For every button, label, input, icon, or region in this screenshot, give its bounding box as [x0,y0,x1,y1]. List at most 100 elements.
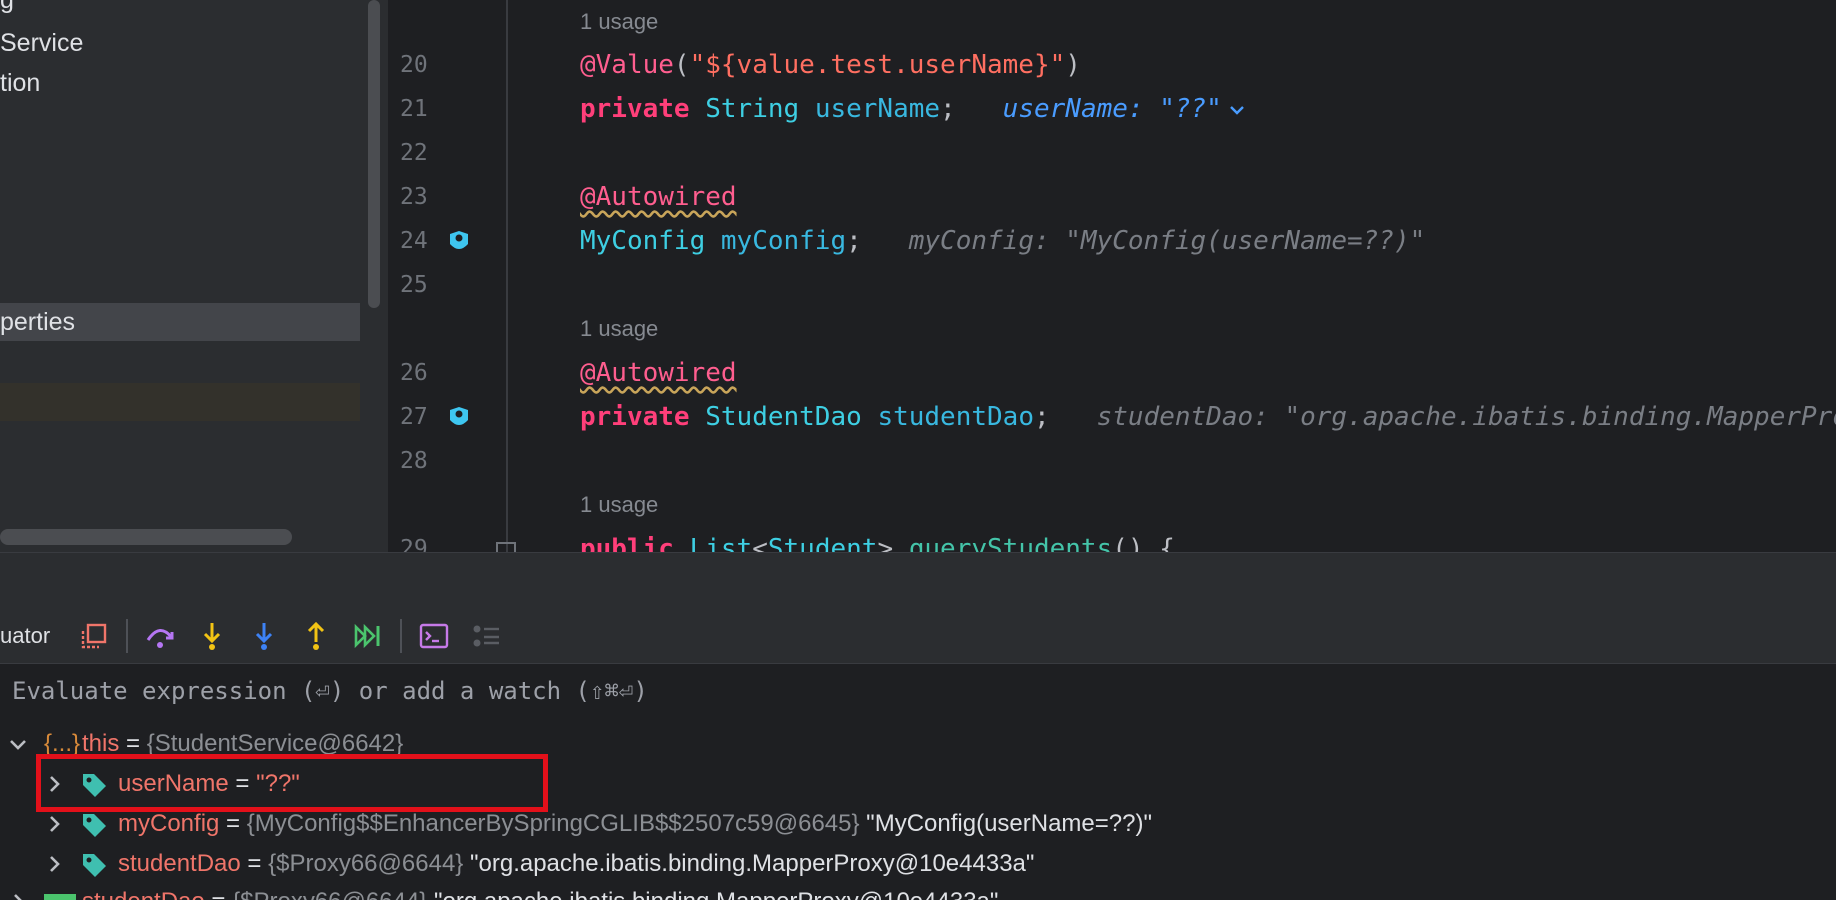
keyword: public [580,534,674,552]
chevron-right-icon[interactable] [8,892,28,900]
run-to-cursor-icon [354,623,380,649]
keyword: private [580,94,690,124]
string-literal: "${value.test.userName}" [689,50,1066,80]
run-to-cursor-button[interactable] [352,620,384,652]
line-number: 26 [400,360,428,386]
step-out-icon [307,621,325,650]
tree-item-service[interactable]: Service [0,24,83,62]
code-line-23[interactable]: @Autowired [580,175,737,219]
local-variable-icon [44,894,76,900]
tree-item-label: perties [0,308,76,336]
sidebar-horizontal-scrollbar[interactable] [0,529,292,545]
punctuation: < [752,534,768,552]
inline-value-hint: studentDao: "org.apache.ibatis.binding.M… [1096,402,1836,432]
frames-icon [81,623,107,649]
code-line-29[interactable]: public List<Student> queryStudents() { [580,527,1175,552]
tree-item[interactable]: g [0,0,14,19]
chevron-right-icon[interactable] [44,814,64,834]
tree-item-tion[interactable]: tion [0,64,40,102]
project-sidebar: g Service tion perties [0,0,388,552]
annotation: @Autowired [580,358,737,388]
usage-hint[interactable]: 1 usage [580,2,658,42]
inline-value-hint-label: userName: [1002,94,1160,124]
code-line-24[interactable]: MyConfig myConfig; myConfig: "MyConfig(u… [580,219,1425,263]
evaluator-tab-label[interactable]: uator [0,609,50,663]
variable-value: "org.apache.ibatis.binding.MapperProxy@1… [427,888,998,900]
fold-icon[interactable] [496,542,516,552]
sidebar-vertical-scrollbar[interactable] [368,0,380,308]
code-line-21[interactable]: private String userName; userName: "??" [580,87,1246,131]
tree-item-label: Service [0,29,84,57]
bean-injection-icon[interactable] [446,228,472,254]
code-line-26[interactable]: @Autowired [580,351,737,395]
line-number: 25 [400,272,428,298]
step-out-button[interactable] [300,620,332,652]
keyword: private [580,402,690,432]
punctuation: () { [1112,534,1175,552]
line-number: 28 [400,448,428,474]
annotation: @Autowired [580,182,737,212]
list-settings-icon [473,625,499,647]
type-name: List [689,534,753,552]
evaluate-expression-button[interactable] [418,620,450,652]
punctuation: ) [1065,50,1081,80]
type-name: String [705,94,800,124]
variable-equals: = [119,730,147,757]
terminal-icon [419,623,449,649]
code-line-27[interactable]: private StudentDao studentDao; studentDa… [580,395,1836,439]
usage-hint[interactable]: 1 usage [580,309,658,349]
tree-item-properties[interactable]: perties [0,303,360,341]
step-over-button[interactable] [144,620,176,652]
step-into-button[interactable] [196,620,228,652]
evaluate-placeholder: Evaluate expression (⏎) or add a watch (… [12,677,648,705]
punctuation: ; [940,94,956,124]
variable-type: {MyConfig$$EnhancerBySpringCGLIB$$2507c5… [246,810,860,837]
variable-equals: = [240,850,269,877]
variable-entry: studentDao = {$Proxy66@6644} "org.apache… [82,882,998,900]
line-number: 22 [400,140,428,166]
punctuation: ( [673,50,690,80]
tree-item-label: tion [0,69,41,97]
variable-type: {$Proxy66@6644} [268,850,464,877]
inline-value-hint: "??" [1159,94,1222,124]
punctuation: > [877,534,894,552]
line-number: 29 [400,536,428,552]
field-tag-icon [83,814,106,837]
variable-equals: = [219,810,247,837]
field-tag-icon [83,854,106,877]
variable-name: this [82,730,120,757]
step-into-icon [203,623,221,650]
type-name: Student [767,534,878,552]
variable-name: studentDao [118,850,241,877]
code-editor[interactable]: 1 usage 20 @Value("${value.test.userName… [388,0,1836,552]
field-name: studentDao [877,402,1034,432]
threads-view-button[interactable] [470,620,502,652]
toolbar-separator [400,619,402,653]
line-number: 20 [400,52,428,78]
field-name: myConfig [720,226,847,256]
line-number: 23 [400,184,428,210]
variable-equals: = [205,888,232,900]
variable-type: {StudentService@6642} [146,730,404,757]
force-step-into-button[interactable] [248,620,280,652]
code-line-20[interactable]: @Value("${value.test.userName}") [580,43,1081,87]
restore-frames-button[interactable] [78,620,110,652]
step-over-icon [146,629,174,648]
inline-value-hint: myConfig: "MyConfig(userName=??)" [908,226,1426,256]
punctuation: ; [1033,402,1050,432]
toolbar-separator [126,619,128,653]
chevron-right-icon[interactable] [44,854,64,874]
usage-hint[interactable]: 1 usage [580,485,658,525]
chevron-down-icon[interactable] [1228,101,1246,119]
debug-panel-header [0,552,1836,610]
tree-item-hovered[interactable] [0,383,360,421]
variable-type: {$Proxy66@6644} [232,888,427,900]
chevron-down-icon[interactable] [8,734,28,754]
bean-injection-icon[interactable] [446,404,472,430]
field-name: userName [814,94,941,124]
force-step-into-icon [255,623,273,650]
variable-name: myConfig [118,810,220,837]
punctuation: ; [846,226,862,256]
evaluate-expression-input[interactable]: Evaluate expression (⏎) or add a watch (… [0,664,1836,719]
variable-name: studentDao [82,888,205,900]
